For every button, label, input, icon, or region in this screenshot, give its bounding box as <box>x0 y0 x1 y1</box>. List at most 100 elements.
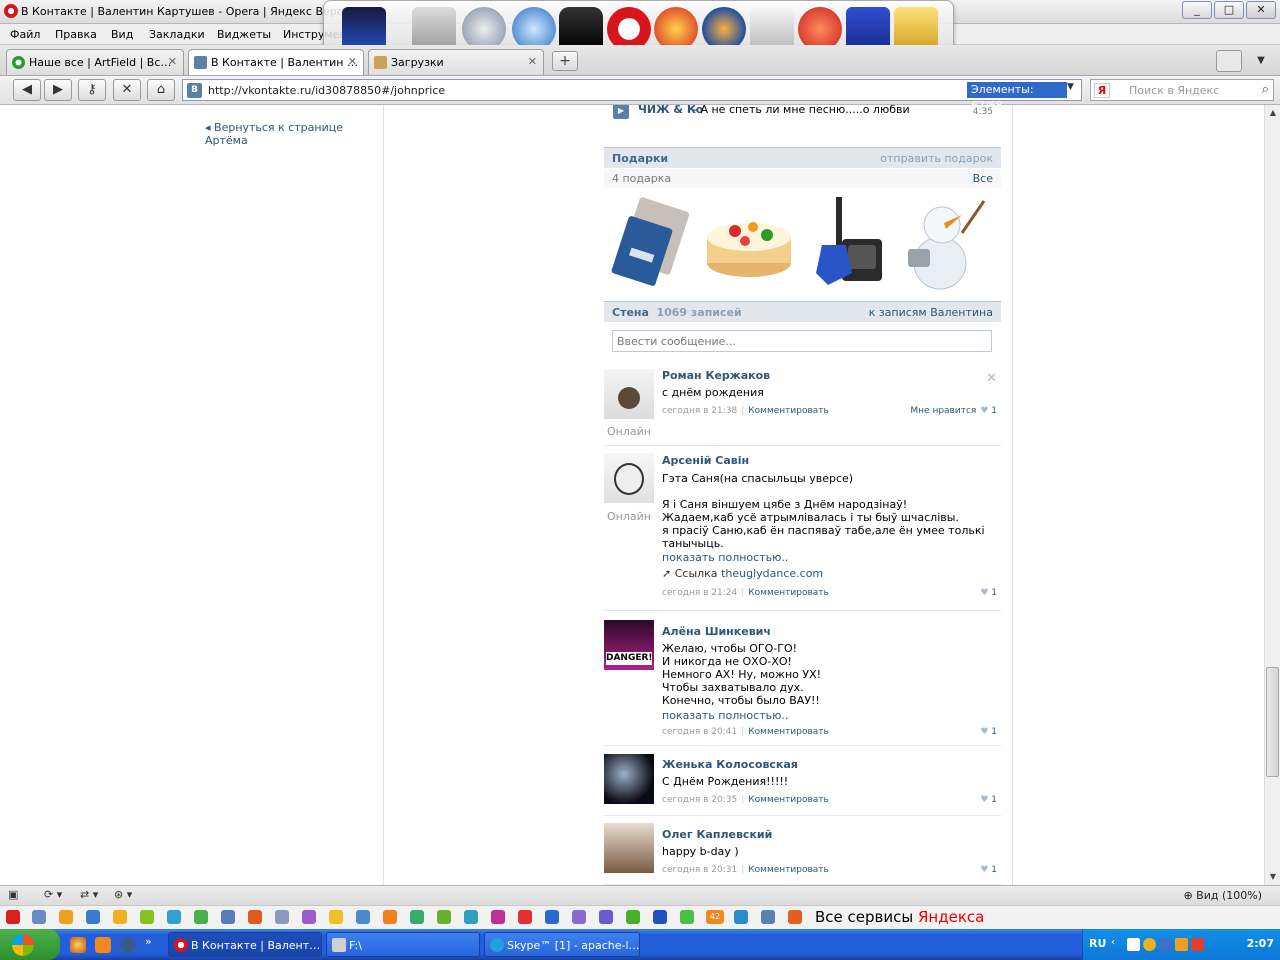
share-options-icon[interactable]: ⇄ ▾ <box>80 888 98 901</box>
zoom-control[interactable]: ⊕ Вид (100%) <box>1183 889 1262 902</box>
comment-link[interactable]: Комментировать <box>748 865 829 875</box>
yandex-pictures-icon[interactable] <box>734 910 748 924</box>
like-button[interactable]: ♥ 1 <box>980 865 997 875</box>
post-author[interactable]: Алёна Шинкевич <box>662 625 771 638</box>
tab-close-icon[interactable]: ✕ <box>528 55 537 68</box>
all-services-link[interactable]: Все сервисы Яндекса <box>815 908 984 926</box>
delete-post-icon[interactable]: ✕ <box>986 371 997 386</box>
key-icon[interactable]: ⚷ <box>78 79 106 101</box>
comment-link[interactable]: Комментировать <box>748 406 829 416</box>
post-author[interactable]: Олег Каплевский <box>662 828 772 841</box>
yandex-phone-icon[interactable] <box>653 910 667 924</box>
tray-media-icon[interactable] <box>1191 938 1204 951</box>
show-more-link[interactable]: показать полностью.. <box>662 551 788 564</box>
minimize-button[interactable]: _ <box>1182 1 1212 19</box>
like-button[interactable]: ♥ 1 <box>980 795 997 805</box>
quicklaunch-settings-icon[interactable] <box>70 937 86 953</box>
avatar[interactable]: DANGER! <box>604 620 654 670</box>
post-author[interactable]: Женька Колосовская <box>662 758 798 771</box>
send-gift-link[interactable]: отправить подарок <box>880 152 993 165</box>
yandex-wiki-icon[interactable] <box>545 910 559 924</box>
forward-button[interactable]: ▶ <box>44 79 72 101</box>
close-button[interactable]: ✕ <box>1246 1 1276 19</box>
yandex-counter-icon[interactable]: 42 <box>706 910 724 924</box>
tray-tools-icon[interactable] <box>1175 938 1188 951</box>
yandex-maps-icon[interactable] <box>383 910 397 924</box>
post-author[interactable]: Роман Кержаков <box>662 369 770 382</box>
yandex-news-icon[interactable] <box>275 910 289 924</box>
yandex-lenta-icon[interactable] <box>761 910 775 924</box>
menu-file[interactable]: Файл <box>10 28 40 41</box>
tab-close-icon[interactable]: ✕ <box>348 55 357 68</box>
tray-expand-icon[interactable]: ‹ <box>1111 937 1124 950</box>
yandex-slovari-icon[interactable] <box>410 910 424 924</box>
menu-view[interactable]: Вид <box>111 28 133 41</box>
stop-button[interactable]: ✕ <box>113 79 141 101</box>
address-dropdown-icon[interactable]: ▼ <box>1067 82 1079 92</box>
scroll-up-icon[interactable]: ▲ <box>1265 105 1280 121</box>
gifts-all-link[interactable]: Все <box>973 172 993 185</box>
language-indicator[interactable]: RU <box>1089 937 1106 950</box>
back-to-profile-link[interactable]: ◂ Вернуться к странице Артёма <box>205 121 383 147</box>
menu-edit[interactable]: Правка <box>55 28 97 41</box>
yandex-play-icon[interactable] <box>140 910 154 924</box>
avatar[interactable] <box>604 453 654 503</box>
yandex-services-icon[interactable] <box>788 910 802 924</box>
yandex-market-icon[interactable] <box>86 910 100 924</box>
show-more-link[interactable]: показать полностью.. <box>662 709 788 722</box>
post-author[interactable]: Арсеній Савін <box>662 454 749 467</box>
yandex-video-icon[interactable] <box>329 910 343 924</box>
home-button[interactable]: ⌂ <box>147 79 175 101</box>
like-label[interactable]: Мне нравится <box>910 406 976 416</box>
clock[interactable]: 2:07 <box>1247 937 1274 950</box>
yandex-chat-icon[interactable] <box>356 910 370 924</box>
yandex-tv-icon[interactable] <box>491 910 505 924</box>
start-button[interactable] <box>0 929 60 960</box>
scroll-thumb[interactable] <box>1266 667 1279 777</box>
tab-menu-icon[interactable]: ▼ <box>1250 50 1272 72</box>
page-scrollbar[interactable]: ▲ ▼ <box>1264 105 1280 885</box>
gift-book-nauka-icon[interactable] <box>609 193 697 291</box>
elements-counter[interactable]: Элементы: 67/68 <box>967 82 1067 112</box>
taskbar-item-skype[interactable]: Skype™ [1] - apache-l… <box>484 932 640 957</box>
yandex-mail-icon[interactable] <box>6 910 20 924</box>
yandex-dict-icon[interactable] <box>599 910 613 924</box>
tab-close-icon[interactable]: ✕ <box>168 55 177 68</box>
like-button[interactable]: ♥ 1 <box>980 588 997 598</box>
yandex-translate-icon[interactable] <box>437 910 451 924</box>
scroll-down-icon[interactable]: ▼ <box>1265 869 1280 885</box>
yandex-lib-icon[interactable] <box>572 910 586 924</box>
yandex-icon[interactable]: Я <box>1094 83 1110 98</box>
avatar[interactable] <box>604 823 654 873</box>
turbo-options-icon[interactable]: ⊛ ▾ <box>114 888 132 901</box>
menu-bookmarks[interactable]: Закладки <box>149 28 205 41</box>
back-button[interactable]: ◀ <box>13 79 41 101</box>
yandex-money-icon[interactable] <box>59 910 73 924</box>
quicklaunch-archive-icon[interactable] <box>95 937 111 953</box>
tray-app-icon[interactable] <box>1159 938 1172 951</box>
yandex-messages-icon[interactable] <box>680 910 694 924</box>
gift-snowman-icon[interactable] <box>900 193 988 291</box>
to-posts-link[interactable]: к записям Валентина <box>869 306 993 319</box>
url-text[interactable]: http://vkontakte.ru/id30878850#/johnpric… <box>208 84 445 97</box>
quicklaunch-more-icon[interactable]: » <box>145 935 161 951</box>
play-icon[interactable]: ▶ <box>613 105 629 119</box>
yandex-docs-icon[interactable] <box>32 910 46 924</box>
wall-message-input[interactable]: Ввести сообщение... <box>612 330 992 352</box>
yandex-weather-icon[interactable] <box>302 910 316 924</box>
like-button[interactable]: ♥ 1 <box>980 727 997 737</box>
menu-widgets[interactable]: Виджеты <box>217 28 271 41</box>
tab-artfield[interactable]: Наше все | ArtField | Вс… ✕ <box>6 49 184 75</box>
tab-vkontakte[interactable]: В Контакте | Валентин … ✕ <box>188 49 364 75</box>
comment-link[interactable]: Комментировать <box>748 588 829 598</box>
yandex-shop-icon[interactable] <box>464 910 478 924</box>
tray-security-icon[interactable] <box>1143 938 1156 951</box>
avatar[interactable] <box>604 369 654 419</box>
refresh-options-icon[interactable]: ⟳ ▾ <box>44 888 62 901</box>
new-tab-button[interactable]: + <box>552 51 578 71</box>
gift-cake-icon[interactable] <box>705 193 793 291</box>
taskbar-item-explorer[interactable]: F:\ <box>326 932 480 957</box>
yandex-blog-icon[interactable] <box>221 910 235 924</box>
address-field[interactable]: B http://vkontakte.ru/id30878850#/johnpr… <box>182 79 1082 112</box>
yandex-disk-icon[interactable] <box>113 910 127 924</box>
